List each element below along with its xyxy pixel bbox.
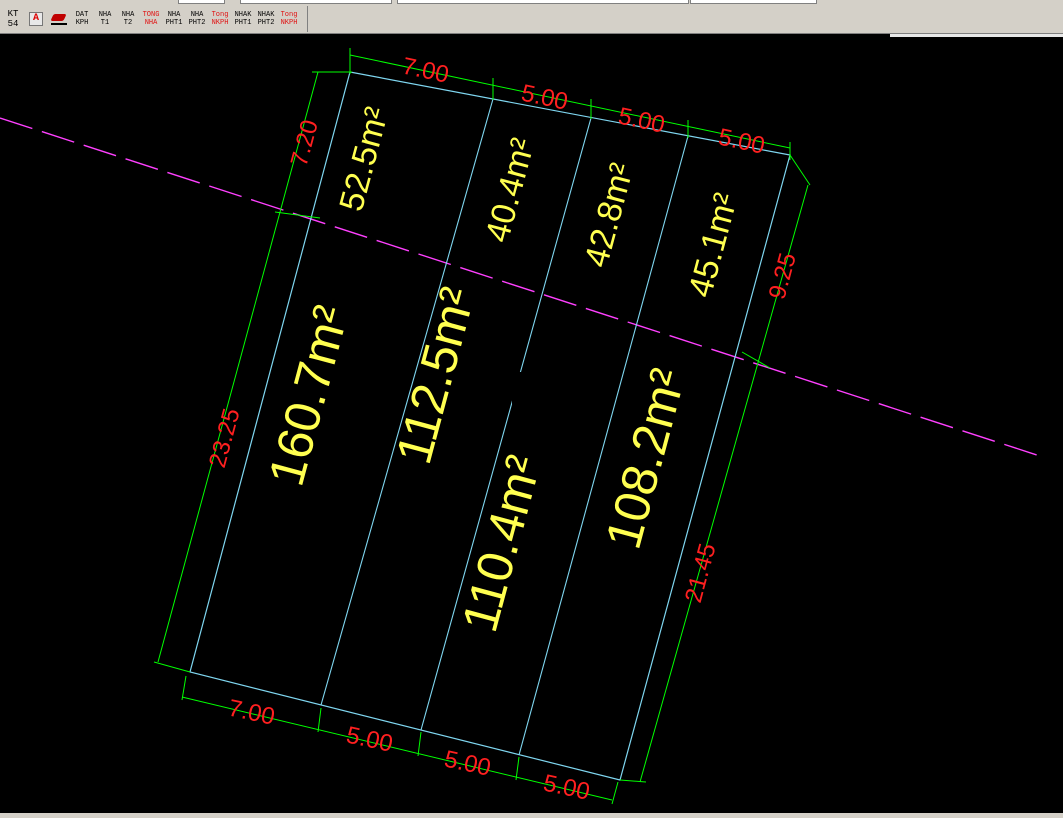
dim-tick (619, 779, 647, 783)
area-back-2: 112.5m² (385, 282, 486, 470)
dim-tick (611, 781, 619, 805)
dim-tick (515, 756, 520, 781)
dim-top-2: 5.00 (519, 80, 570, 116)
area-front-4: 45.1m² (681, 189, 745, 301)
dim-left-top: 7.20 (286, 117, 324, 169)
area-front-2: 40.4m² (478, 134, 542, 246)
dim-bottom-1: 7.00 (226, 695, 277, 731)
cursor-mask (512, 372, 532, 408)
dim-top-4: 5.00 (716, 124, 767, 160)
dim-top-3: 5.00 (616, 103, 667, 139)
dim-tick (789, 154, 811, 186)
area-front-3: 42.8m² (577, 159, 641, 271)
area-back-4: 108.2m² (595, 363, 697, 555)
dim-bottom-3: 5.00 (442, 746, 493, 782)
dim-left-bottom: 23.25 (204, 406, 246, 471)
dim-bottom-2: 5.00 (344, 722, 395, 758)
dim-tick (153, 661, 191, 673)
status-bar-edge (0, 813, 1063, 818)
drawing-canvas[interactable]: 7.00 5.00 5.00 5.00 7.00 5.00 5.00 5.00 … (0, 0, 1063, 818)
dim-bottom-4: 5.00 (541, 770, 592, 806)
dim-tick (741, 351, 771, 369)
dim-tick (181, 675, 187, 701)
area-back-3: 110.4m² (451, 450, 552, 638)
dim-tick (317, 707, 322, 733)
dim-tick (417, 731, 422, 757)
area-back-1: 160.7m² (258, 300, 360, 492)
dim-right-top: 9.25 (764, 250, 802, 302)
area-front-1: 52.5m² (332, 103, 396, 215)
dim-tick (274, 211, 321, 219)
dim-right-bottom: 21.45 (680, 541, 722, 606)
